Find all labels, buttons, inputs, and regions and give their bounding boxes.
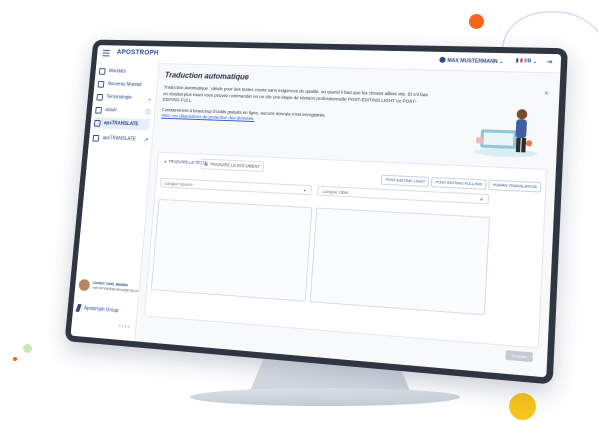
source-text-area[interactable] xyxy=(150,198,313,302)
sidebar-item-mandats[interactable]: Mandats xyxy=(98,65,155,78)
post-editing-full-button[interactable]: POST-EDITING FULL/500 xyxy=(431,177,487,190)
chevron-down-icon: ⌄ xyxy=(147,96,153,102)
avatar xyxy=(78,278,91,292)
translate-icon xyxy=(93,119,101,127)
chevron-down-icon: ▼ xyxy=(302,187,307,193)
sidebar-item-label: Mandats xyxy=(108,68,127,75)
text-icon: ▸ xyxy=(164,158,167,164)
translate-pro-icon xyxy=(92,134,100,142)
external-link-icon: ↗ xyxy=(143,137,149,144)
chevron-down-icon: ▼ xyxy=(479,196,484,202)
app-logo[interactable]: APOSTROPH xyxy=(116,49,159,56)
apostroph-logo-icon xyxy=(75,303,82,312)
target-text-area xyxy=(309,207,491,316)
human-translation-button[interactable]: HUMAN TRANSLATION xyxy=(488,179,542,193)
sidebar-item-aisuki[interactable]: aisuki ⓘ xyxy=(95,104,151,117)
sidebar-item-apstranslate-pro[interactable]: apsTRANSLATE ↗ xyxy=(92,132,149,146)
close-icon[interactable]: × xyxy=(544,90,549,97)
sidebar-item-label: apsTRANSLATE xyxy=(102,135,137,143)
contact-email[interactable]: nael.bennis@apostrophgroup.ch xyxy=(92,286,138,293)
target-language-label: Langue cible xyxy=(322,188,349,195)
sidebar-item-nouveau-mandat[interactable]: Nouveau Mandat xyxy=(97,78,153,91)
contact-info: Contact: NAEL BENNIS nael.bennis@apostro… xyxy=(92,281,139,294)
chat-icon xyxy=(95,106,102,114)
sidebar-item-label: apsTRANSLATE xyxy=(103,120,139,128)
translator-illustration xyxy=(473,109,538,159)
user-menu[interactable]: MAX MUSTERMANN ⌄ xyxy=(439,56,504,66)
main-content: Traduction automatique × Traduction auto… xyxy=(142,69,551,368)
user-name: MAX MUSTERMANN ⌄ xyxy=(447,57,504,66)
plus-folder-icon xyxy=(97,80,105,88)
group-label: Apostroph Group xyxy=(83,305,119,315)
translate-button[interactable]: Traduire xyxy=(505,350,534,363)
language-label: FR ⌄ xyxy=(524,58,538,65)
monitor: APOSTROPH MAX MUSTERMANN ⌄ FR ⌄ ⇥ Mandat… xyxy=(64,39,568,385)
orange-small-dot xyxy=(13,357,17,361)
sidebar-item-label: Terminologie xyxy=(106,94,132,101)
yellow-dot xyxy=(509,393,536,420)
logout-icon[interactable]: ⇥ xyxy=(546,58,553,66)
menu-icon[interactable] xyxy=(102,49,110,57)
tab-translate-document[interactable]: ▤ TRADUIRE LE DOCUMENT xyxy=(200,158,265,173)
tab-label: TRADUIRE LE DOCUMENT xyxy=(209,161,261,169)
info-icon: ⓘ xyxy=(145,110,151,116)
document-icon: ▤ xyxy=(204,161,209,167)
group-link[interactable]: Apostroph Group xyxy=(75,303,133,317)
sidebar-item-label: aisuki xyxy=(104,107,117,114)
contact-card: Contact: NAEL BENNIS nael.bennis@apostro… xyxy=(78,276,139,298)
sidebar-item-terminologie[interactable]: Terminologie ⌄ xyxy=(96,91,152,104)
green-dot xyxy=(23,344,32,353)
sidebar-item-label: Nouveau Mandat xyxy=(107,81,142,88)
translation-card: ▸ TRADUIRE LE TEXTE ▤ TRADUIRE LE DOCUMENT… xyxy=(143,151,548,363)
folder-icon xyxy=(98,67,106,75)
post-editing-light-button[interactable]: POST-EDITING LIGHT xyxy=(381,174,430,188)
monitor-stand-base xyxy=(190,388,460,406)
network-icon xyxy=(96,93,104,101)
language-selector[interactable]: FR ⌄ xyxy=(515,58,538,65)
source-language-label: Langue source xyxy=(164,180,193,187)
user-icon xyxy=(439,56,446,63)
version-label: v 1.6.1 xyxy=(118,323,131,329)
flag-icon xyxy=(515,58,523,63)
app-screen: APOSTROPH MAX MUSTERMANN ⌄ FR ⌄ ⇥ Mandat… xyxy=(70,45,562,378)
sidebar-item-apstranslate[interactable]: apsTRANSLATE xyxy=(93,117,151,131)
source-language-select[interactable]: Langue source ▼ xyxy=(159,177,312,196)
